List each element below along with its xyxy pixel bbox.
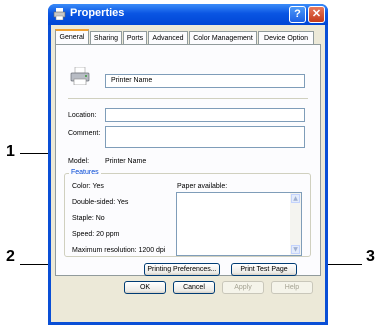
- location-field[interactable]: [105, 108, 305, 122]
- window-title: Properties: [70, 7, 125, 19]
- feature-speed: Speed: 20 ppm: [72, 231, 120, 238]
- tab-advanced[interactable]: Advanced: [148, 31, 188, 45]
- scroll-up-icon[interactable]: ▲: [291, 194, 300, 203]
- tab-ports[interactable]: Ports: [123, 31, 147, 45]
- tab-device-option[interactable]: Device Option: [258, 31, 314, 45]
- help-icon[interactable]: ?: [289, 6, 306, 23]
- model-value: Printer Name: [105, 158, 147, 165]
- feature-max-resolution: Maximum resolution: 1200 dpi: [72, 247, 166, 254]
- comment-field[interactable]: [105, 126, 305, 148]
- features-group-title: Features: [69, 169, 101, 176]
- help-button[interactable]: Help: [271, 281, 313, 294]
- callout-3: 3: [366, 248, 375, 265]
- callout-1: 1: [6, 143, 15, 160]
- printer-properties-icon: [53, 8, 66, 20]
- properties-window: Properties ? ✕ General Sharing Ports Adv…: [48, 4, 328, 325]
- separator: [68, 98, 308, 99]
- printer-icon: [70, 67, 90, 85]
- paper-available-list[interactable]: ▲ ▼: [176, 192, 302, 256]
- model-label: Model:: [68, 158, 90, 165]
- paper-list-scrollbar[interactable]: ▲ ▼: [290, 193, 301, 255]
- print-test-page-button[interactable]: Print Test Page: [231, 263, 297, 276]
- general-tab-panel: Printer Name Location: Comment: Model: P…: [55, 44, 321, 276]
- printer-name-field[interactable]: Printer Name: [105, 74, 305, 88]
- title-bar[interactable]: Properties ? ✕: [48, 4, 328, 25]
- comment-label: Comment:: [68, 130, 101, 137]
- dialog-client-area: General Sharing Ports Advanced Color Man…: [51, 25, 325, 322]
- printing-preferences-button[interactable]: Printing Preferences...: [144, 263, 220, 276]
- feature-staple: Staple: No: [72, 215, 105, 222]
- close-icon[interactable]: ✕: [308, 6, 325, 23]
- feature-double-sided: Double-sided: Yes: [72, 199, 129, 206]
- ok-button[interactable]: OK: [124, 281, 166, 294]
- feature-color: Color: Yes: [72, 183, 104, 190]
- scroll-down-icon[interactable]: ▼: [291, 245, 300, 254]
- apply-button[interactable]: Apply: [222, 281, 264, 294]
- paper-available-label: Paper available:: [177, 183, 228, 190]
- cancel-button[interactable]: Cancel: [173, 281, 215, 294]
- tab-sharing[interactable]: Sharing: [90, 31, 122, 45]
- tab-color-management[interactable]: Color Management: [189, 31, 257, 45]
- callout-2: 2: [6, 248, 15, 265]
- location-label: Location:: [68, 112, 97, 119]
